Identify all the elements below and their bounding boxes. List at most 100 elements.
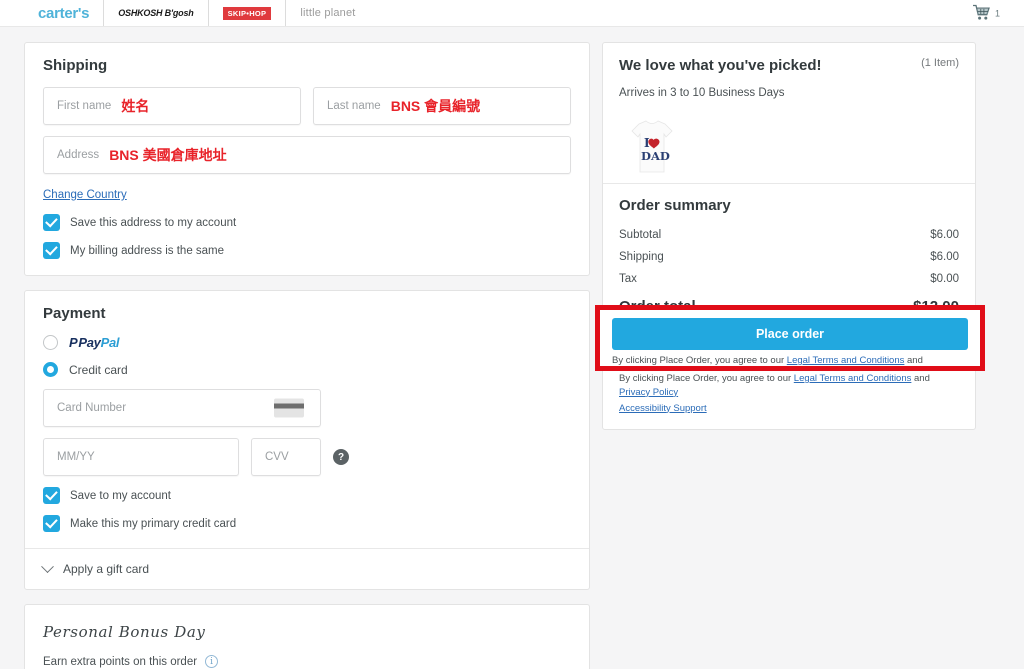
product-thumbnail-wrap: I DAD <box>619 111 959 183</box>
question-mark-icon[interactable]: ? <box>333 449 349 465</box>
credit-card-option-row[interactable]: Credit card <box>43 362 571 377</box>
save-card-checkbox[interactable] <box>43 487 60 504</box>
accessibility-line: Accessibility Support <box>619 402 959 416</box>
shipping-card: Shipping First name 姓名 Last name BNS 會員編… <box>24 42 590 276</box>
checkout-page: Shipping First name 姓名 Last name BNS 會員編… <box>0 27 1024 669</box>
credit-card-icon <box>274 398 304 418</box>
address-placeholder: Address <box>57 149 100 161</box>
shipping-title: Shipping <box>43 57 108 74</box>
shipping-label: Shipping <box>619 251 664 263</box>
first-name-annotation: 姓名 <box>121 98 150 114</box>
summary-line-tax: Tax $0.00 <box>619 268 959 290</box>
address-field-row: Address BNS 美國倉庫地址 <box>43 136 571 174</box>
bonus-subtitle-text: Earn extra points on this order <box>43 655 198 668</box>
place-order-block: Place order By clicking Place Order, you… <box>619 336 959 415</box>
privacy-policy-link[interactable]: Privacy Policy <box>619 387 678 398</box>
cvv-input[interactable]: CVV <box>251 438 321 476</box>
apply-gift-card-row[interactable]: Apply a gift card <box>25 548 589 589</box>
personal-bonus-day-subtitle: Earn extra points on this order i <box>43 655 571 668</box>
change-country-link[interactable]: Change Country <box>43 189 127 201</box>
order-summary-title: Order summary <box>619 197 731 214</box>
expiry-placeholder: MM/YY <box>57 451 95 463</box>
product-thumbnail[interactable]: I DAD <box>619 114 685 180</box>
name-field-row: First name 姓名 Last name BNS 會員編號 <box>43 87 571 125</box>
brand-skiphop-label: SKIP•HOP <box>222 6 272 20</box>
first-name-placeholder: First name <box>57 100 112 112</box>
brand-bar: carter's OSHKOSH B'gosh SKIP•HOP little … <box>24 0 370 26</box>
save-card-label: Save to my account <box>70 489 171 502</box>
cvv-placeholder: CVV <box>265 451 289 463</box>
info-icon[interactable]: i <box>205 655 219 668</box>
expiry-input[interactable]: MM/YY <box>43 438 239 476</box>
paypal-radio[interactable] <box>43 335 58 350</box>
tax-value: $0.00 <box>930 273 959 285</box>
card-number-row: Card Number <box>43 389 571 427</box>
save-address-checkbox[interactable] <box>43 214 60 231</box>
credit-card-label: Credit card <box>69 362 128 377</box>
apply-gift-card-label: Apply a gift card <box>63 562 150 576</box>
legal-and: and <box>911 373 930 384</box>
brand-little-planet[interactable]: little planet <box>285 0 369 26</box>
summary-line-subtotal: Subtotal $6.00 <box>619 224 959 246</box>
subtotal-value: $6.00 <box>930 229 959 241</box>
summary-arrives: Arrives in 3 to 10 Business Days <box>619 87 785 99</box>
summary-header: We love what you've picked! (1 Item) <box>619 57 959 74</box>
paypal-pay-text: Pay <box>78 335 101 350</box>
expiry-cvv-row: MM/YY CVV ? <box>43 438 571 476</box>
address-annotation: BNS 美國倉庫地址 <box>109 147 227 163</box>
place-order-button[interactable]: Place order <box>619 336 959 368</box>
product-text-dad: DAD <box>641 149 670 163</box>
brand-carters-label: carter's <box>38 4 90 22</box>
summary-title: We love what you've picked! <box>619 57 822 74</box>
paypal-mark: P <box>69 335 78 350</box>
tax-label: Tax <box>619 273 637 285</box>
site-header: carter's OSHKOSH B'gosh SKIP•HOP little … <box>0 0 1024 27</box>
summary-line-shipping: Shipping $6.00 <box>619 246 959 268</box>
paypal-pal-text: Pal <box>100 335 120 350</box>
shopping-cart-icon[interactable] <box>972 4 991 22</box>
shipping-value: $6.00 <box>930 251 959 263</box>
save-address-label: Save this address to my account <box>70 216 237 229</box>
cart-zone[interactable]: 1 <box>972 4 1000 22</box>
brand-skiphop[interactable]: SKIP•HOP <box>207 0 286 26</box>
paypal-logo: PPayPal <box>69 335 120 350</box>
address-input[interactable]: Address BNS 美國倉庫地址 <box>43 136 571 174</box>
card-number-placeholder: Card Number <box>57 402 127 414</box>
card-number-input[interactable]: Card Number <box>43 389 321 427</box>
last-name-input[interactable]: Last name BNS 會員編號 <box>313 87 571 125</box>
last-name-annotation: BNS 會員編號 <box>390 98 481 114</box>
order-summary-card: We love what you've picked! (1 Item) Arr… <box>595 42 985 431</box>
cart-count-badge: 1 <box>994 8 1000 18</box>
billing-same-checkbox[interactable] <box>43 242 60 259</box>
personal-bonus-day-title: Personal Bonus Day <box>43 623 206 641</box>
brand-oshkosh-label: OSHKOSH B'gosh <box>118 8 194 18</box>
brand-oshkosh[interactable]: OSHKOSH B'gosh <box>103 0 207 26</box>
last-name-placeholder: Last name <box>327 100 381 112</box>
summary-item-count: (1 Item) <box>921 57 959 69</box>
order-total-value: $12.00 <box>913 298 959 315</box>
order-total-label: Order total <box>619 298 696 315</box>
billing-same-checkbox-row[interactable]: My billing address is the same <box>43 242 571 259</box>
brand-little-planet-label: little planet <box>300 7 356 19</box>
legal-terms-link[interactable]: Legal Terms and Conditions <box>794 373 912 384</box>
save-address-checkbox-row[interactable]: Save this address to my account <box>43 214 571 231</box>
chevron-down-icon <box>41 559 54 573</box>
first-name-input[interactable]: First name 姓名 <box>43 87 301 125</box>
payment-title: Payment <box>43 305 106 322</box>
primary-card-checkbox-row[interactable]: Make this my primary credit card <box>43 515 571 532</box>
summary-line-total: Order total $12.00 <box>619 290 959 320</box>
accessibility-support-link[interactable]: Accessibility Support <box>619 403 707 414</box>
paypal-option-row[interactable]: PPayPal <box>43 335 571 350</box>
subtotal-label: Subtotal <box>619 229 662 241</box>
billing-same-label: My billing address is the same <box>70 244 225 257</box>
primary-card-label: Make this my primary credit card <box>70 517 237 530</box>
credit-card-radio[interactable] <box>43 362 58 377</box>
legal-text: By clicking Place Order, you agree to ou… <box>619 372 959 400</box>
legal-prefix: By clicking Place Order, you agree to ou… <box>619 373 794 384</box>
primary-card-checkbox[interactable] <box>43 515 60 532</box>
checkout-left-column: Shipping First name 姓名 Last name BNS 會員編… <box>24 42 590 669</box>
brand-carters[interactable]: carter's <box>24 0 103 26</box>
tshirt-image: I DAD <box>631 120 673 173</box>
save-card-checkbox-row[interactable]: Save to my account <box>43 487 571 504</box>
personal-bonus-day-card: Personal Bonus Day Earn extra points on … <box>24 604 590 669</box>
